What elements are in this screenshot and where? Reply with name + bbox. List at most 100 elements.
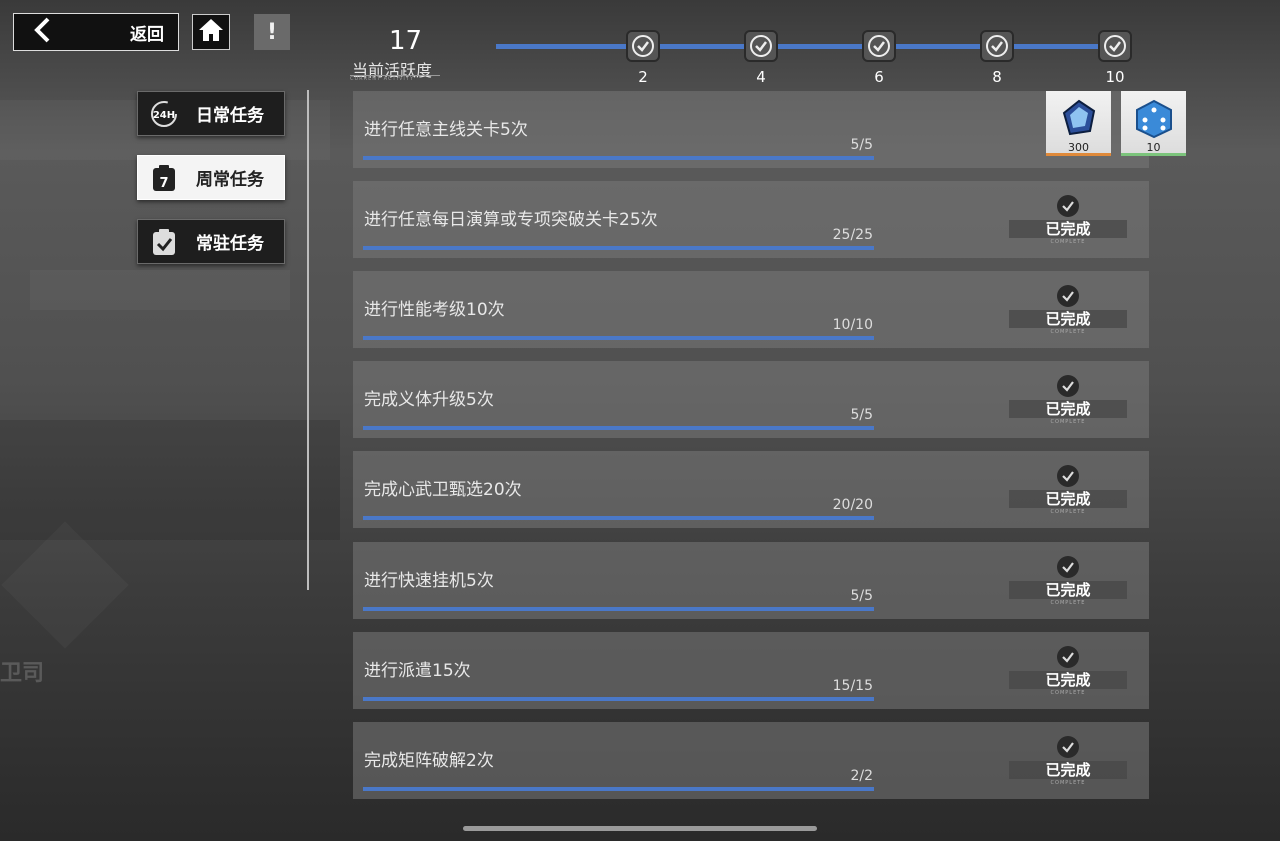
task-title: 进行任意每日演算或专项突破关卡25次	[364, 210, 658, 230]
milestone-value: 4	[756, 68, 766, 86]
task-row[interactable]: 完成义体升级5次 5/5 已完成 COMPLETE	[353, 361, 1149, 438]
tab-permanent-tasks[interactable]: 常驻任务	[137, 219, 285, 264]
home-indicator[interactable]	[463, 826, 817, 831]
task-progress-text: 5/5	[850, 588, 873, 604]
completed-sublabel: COMPLETE	[1050, 600, 1086, 606]
sidebar-divider	[307, 90, 309, 590]
completed-status: 已完成 COMPLETE	[1009, 465, 1127, 517]
completed-label: 已完成	[1009, 581, 1127, 599]
activity-value: 17	[389, 26, 423, 56]
task-progress-fill	[363, 246, 874, 250]
check-circle-icon	[1057, 195, 1079, 217]
completed-status: 已完成 COMPLETE	[1009, 375, 1127, 427]
milestone-value: 10	[1105, 68, 1125, 86]
completed-sublabel: COMPLETE	[1050, 690, 1086, 696]
task-progress-bar	[363, 246, 874, 250]
home-icon	[198, 18, 224, 46]
milestone-value: 6	[874, 68, 884, 86]
check-circle-icon	[862, 30, 896, 62]
completed-sublabel: COMPLETE	[1050, 780, 1086, 786]
back-button[interactable]: 返回	[13, 13, 179, 51]
activity-milestone[interactable]: 8	[978, 28, 1016, 86]
back-label: 返回	[130, 24, 164, 45]
task-progress-fill	[363, 697, 874, 701]
check-circle-icon	[1057, 465, 1079, 487]
task-progress-text: 5/5	[850, 407, 873, 423]
task-progress-text: 10/10	[832, 317, 873, 333]
task-progress-fill	[363, 787, 874, 791]
completed-sublabel: COMPLETE	[1050, 509, 1086, 515]
task-title: 完成义体升级5次	[364, 390, 494, 410]
check-circle-icon	[1057, 646, 1079, 668]
task-progress-text: 5/5	[850, 137, 873, 153]
check-circle-icon	[1098, 30, 1132, 62]
task-progress-bar	[363, 516, 874, 520]
task-row[interactable]: 完成心武卫甄选20次 20/20 已完成 COMPLETE	[353, 451, 1149, 528]
task-progress-text: 25/25	[832, 227, 873, 243]
home-button[interactable]	[192, 14, 230, 50]
task-row[interactable]: 完成矩阵破解2次 2/2 已完成 COMPLETE	[353, 722, 1149, 799]
tab-label: 日常任务	[196, 106, 264, 126]
completed-sublabel: COMPLETE	[1050, 419, 1086, 425]
check-circle-icon	[1057, 285, 1079, 307]
task-progress-bar	[363, 426, 874, 430]
task-progress-bar	[363, 336, 874, 340]
completed-status: 已完成 COMPLETE	[1009, 646, 1127, 698]
completed-status: 已完成 COMPLETE	[1009, 195, 1127, 247]
completed-label: 已完成	[1009, 490, 1127, 508]
reward-item[interactable]: 300	[1046, 91, 1111, 156]
svg-text:24H: 24H	[153, 110, 175, 121]
tab-label: 周常任务	[196, 170, 264, 190]
reward-rarity-strip	[1046, 153, 1111, 156]
task-title: 进行快速挂机5次	[364, 571, 494, 591]
completed-label: 已完成	[1009, 761, 1127, 779]
activity-milestone[interactable]: 10	[1096, 28, 1134, 86]
check-circle-icon	[980, 30, 1014, 62]
completed-status: 已完成 COMPLETE	[1009, 556, 1127, 608]
blue-crystal-icon	[1060, 99, 1098, 141]
reward-item[interactable]: 10	[1121, 91, 1186, 156]
check-circle-icon	[1057, 375, 1079, 397]
task-title: 完成心武卫甄选20次	[364, 480, 522, 500]
task-progress-fill	[363, 426, 874, 430]
alert-icon: !	[266, 19, 278, 45]
background-pattern	[30, 270, 290, 310]
tab-daily-tasks[interactable]: 24H 日常任务	[137, 91, 285, 136]
task-progress-bar	[363, 697, 874, 701]
check-circle-icon	[1057, 736, 1079, 758]
activity-milestone[interactable]: 6	[860, 28, 898, 86]
task-row[interactable]: 进行任意每日演算或专项突破关卡25次 25/25 已完成 COMPLETE	[353, 181, 1149, 258]
activity-milestone[interactable]: 2	[624, 28, 662, 86]
completed-label: 已完成	[1009, 671, 1127, 689]
task-progress-text: 2/2	[850, 768, 873, 784]
task-progress-text: 20/20	[832, 497, 873, 513]
task-row[interactable]: 进行派遣15次 15/15 已完成 COMPLETE	[353, 632, 1149, 709]
activity-progress-track	[496, 44, 1116, 49]
alert-button[interactable]: !	[254, 14, 290, 50]
task-progress-bar	[363, 607, 874, 611]
task-title: 进行派遣15次	[364, 661, 471, 681]
task-title: 进行性能考级10次	[364, 300, 505, 320]
completed-label: 已完成	[1009, 310, 1127, 328]
task-row[interactable]: 进行性能考级10次 10/10 已完成 COMPLETE	[353, 271, 1149, 348]
task-progress-fill	[363, 156, 874, 160]
completed-status: 已完成 COMPLETE	[1009, 285, 1127, 337]
blue-dice-icon	[1134, 99, 1174, 143]
tab-weekly-tasks[interactable]: 7 周常任务	[137, 155, 285, 200]
reward-rarity-strip	[1121, 153, 1186, 156]
calendar-7-icon: 7	[150, 164, 178, 192]
task-progress-bar	[363, 156, 874, 160]
completed-label: 已完成	[1009, 220, 1127, 238]
task-progress-fill	[363, 607, 874, 611]
task-progress-fill	[363, 516, 874, 520]
task-row[interactable]: 进行快速挂机5次 5/5 已完成 COMPLETE	[353, 542, 1149, 619]
task-progress-text: 15/15	[832, 678, 873, 694]
check-circle-icon	[626, 30, 660, 62]
completed-status: 已完成 COMPLETE	[1009, 736, 1127, 788]
watermark-text: 卫司	[0, 661, 45, 686]
check-circle-icon	[744, 30, 778, 62]
activity-sublabel: CURRENT ACTIVITY	[350, 76, 414, 82]
task-progress-bar	[363, 787, 874, 791]
activity-milestone[interactable]: 4	[742, 28, 780, 86]
task-row[interactable]: 进行任意主线关卡5次 5/5	[353, 91, 1149, 168]
